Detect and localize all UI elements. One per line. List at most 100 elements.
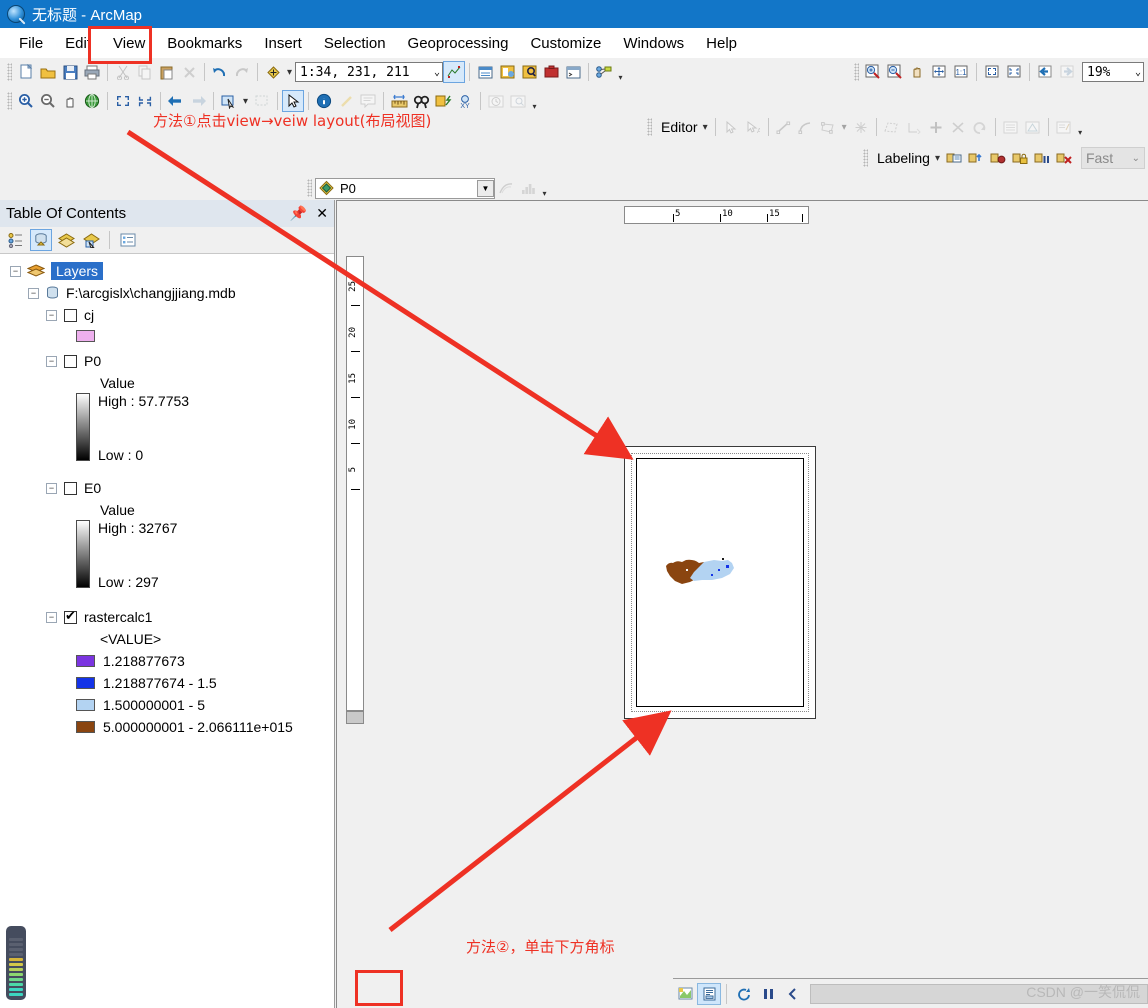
select-features-icon[interactable]: [218, 90, 240, 112]
previous-extent-icon[interactable]: [780, 983, 804, 1005]
rotate-icon[interactable]: [969, 116, 991, 138]
toc-class-row[interactable]: 1.218877673: [0, 650, 334, 672]
chevron-down-icon[interactable]: ▼: [477, 179, 494, 197]
menu-item-geoprocessing[interactable]: Geoprocessing: [397, 32, 520, 55]
pan-page-icon[interactable]: [906, 61, 928, 83]
add-data-dropdown-icon[interactable]: ▾: [284, 67, 295, 78]
layer-visibility-checkbox[interactable]: [64, 481, 77, 495]
horizontal-ruler[interactable]: 5 10 15: [624, 206, 809, 224]
toc-layer-rastercalc1[interactable]: − rastercalc1: [0, 606, 334, 628]
straight-segment-icon[interactable]: [773, 116, 795, 138]
go-forward-extent-icon[interactable]: [187, 90, 209, 112]
end-point-arc-icon[interactable]: [795, 116, 817, 138]
list-by-visibility-icon[interactable]: [55, 229, 77, 251]
options-icon[interactable]: [117, 229, 139, 251]
add-data-icon[interactable]: [262, 61, 284, 83]
toolbar-grip[interactable]: [307, 179, 312, 197]
menu-item-windows[interactable]: Windows: [612, 32, 695, 55]
paste-icon[interactable]: [156, 61, 178, 83]
identify-icon[interactable]: [313, 90, 335, 112]
menu-item-selection[interactable]: Selection: [313, 32, 397, 55]
list-by-source-icon[interactable]: [30, 229, 52, 251]
zoom-100-percent-icon[interactable]: 1:1: [950, 61, 972, 83]
toc-root-layers[interactable]: − Layers: [0, 260, 334, 282]
toc-layer-p0[interactable]: − P0: [0, 350, 334, 372]
layout-view-icon[interactable]: [697, 982, 721, 1005]
close-icon[interactable]: ✕: [316, 205, 328, 222]
layer-visibility-checkbox[interactable]: [64, 608, 77, 624]
zoom-in-icon[interactable]: [15, 90, 37, 112]
label-priority-icon[interactable]: [965, 147, 987, 169]
toolbar-overflow-icon[interactable]: ▾: [615, 62, 626, 82]
layout-view[interactable]: 5 10 15 25 20 15 10 5: [336, 200, 1148, 1008]
fixed-zoom-in-icon[interactable]: [112, 90, 134, 112]
toc-symbol-cj[interactable]: [0, 326, 334, 346]
vertical-scroll-thumb[interactable]: [346, 711, 364, 724]
fixed-zoom-in-page-icon[interactable]: [981, 61, 1003, 83]
data-frame[interactable]: [636, 458, 804, 707]
labeling-dropdown-icon[interactable]: ▾: [932, 153, 943, 164]
open-folder-icon[interactable]: [37, 61, 59, 83]
labeling-menu-label[interactable]: Labeling: [871, 150, 932, 166]
fixed-zoom-out-icon[interactable]: [134, 90, 156, 112]
trace-dropdown-icon[interactable]: ▾: [839, 122, 850, 133]
measure-icon[interactable]: [388, 90, 410, 112]
active-layer-combo[interactable]: P0 ▼: [315, 177, 495, 199]
reshape-feature-icon[interactable]: [903, 116, 925, 138]
toc-class-row[interactable]: 5.000000001 - 2.066111e+015: [0, 716, 334, 738]
delete-icon[interactable]: [178, 61, 200, 83]
find-icon[interactable]: [410, 90, 432, 112]
save-icon[interactable]: [59, 61, 81, 83]
toolbar-grip[interactable]: [854, 63, 859, 81]
go-forward-extent-icon[interactable]: [1056, 61, 1078, 83]
go-back-extent-icon[interactable]: [1034, 61, 1056, 83]
edit-tool-icon[interactable]: [720, 116, 742, 138]
lock-labels-icon[interactable]: [1009, 147, 1031, 169]
split-icon[interactable]: [947, 116, 969, 138]
full-extent-icon[interactable]: [81, 90, 103, 112]
layout-page[interactable]: [624, 446, 816, 719]
toolbar-grip[interactable]: [863, 149, 868, 167]
find-route-icon[interactable]: [432, 90, 454, 112]
pan-icon[interactable]: [59, 90, 81, 112]
expand-collapse-icon[interactable]: −: [10, 265, 21, 277]
editor-dropdown-icon[interactable]: ▾: [700, 122, 711, 133]
toolbar-overflow-icon[interactable]: ▾: [539, 178, 550, 198]
color-ramp[interactable]: [76, 393, 90, 461]
html-popup-icon[interactable]: [357, 90, 379, 112]
go-to-xy-icon[interactable]: XY: [454, 90, 476, 112]
editor-menu-label[interactable]: Editor: [655, 119, 700, 135]
zoom-out-icon[interactable]: [37, 90, 59, 112]
select-features-dropdown-icon[interactable]: ▾: [240, 96, 251, 107]
create-viewer-window-icon[interactable]: [507, 90, 529, 112]
python-window-icon[interactable]: [562, 61, 584, 83]
color-ramp[interactable]: [76, 520, 90, 588]
pause-labeling-icon[interactable]: [1031, 147, 1053, 169]
toolbar-grip[interactable]: [647, 118, 652, 136]
class-swatch[interactable]: [76, 677, 95, 689]
clear-selection-icon[interactable]: [251, 90, 273, 112]
expand-collapse-icon[interactable]: −: [46, 611, 57, 623]
toolbox-icon[interactable]: [540, 61, 562, 83]
print-icon[interactable]: [81, 61, 103, 83]
redo-icon[interactable]: [231, 61, 253, 83]
edit-vertices-icon[interactable]: [881, 116, 903, 138]
go-back-extent-icon[interactable]: [165, 90, 187, 112]
class-swatch[interactable]: [76, 721, 95, 733]
edit-annotation-icon[interactable]: A: [742, 116, 764, 138]
expand-collapse-icon[interactable]: −: [46, 355, 57, 367]
class-swatch[interactable]: [76, 655, 95, 667]
layer-visibility-checkbox[interactable]: [64, 308, 77, 322]
zoom-in-page-icon[interactable]: [862, 61, 884, 83]
search-icon[interactable]: [518, 61, 540, 83]
zoom-whole-page-icon[interactable]: [928, 61, 950, 83]
menu-item-file[interactable]: File: [8, 32, 54, 55]
sketch-properties-icon[interactable]: [1022, 116, 1044, 138]
chevron-down-icon[interactable]: ⌄: [1135, 67, 1141, 78]
class-swatch[interactable]: [76, 699, 95, 711]
toolbar-overflow-icon[interactable]: ▾: [1075, 117, 1086, 137]
editor-toolbar-icon[interactable]: [443, 61, 466, 83]
trace-icon[interactable]: [817, 116, 839, 138]
toolbar-overflow-icon[interactable]: ▾: [529, 91, 540, 111]
time-slider-icon[interactable]: [485, 90, 507, 112]
